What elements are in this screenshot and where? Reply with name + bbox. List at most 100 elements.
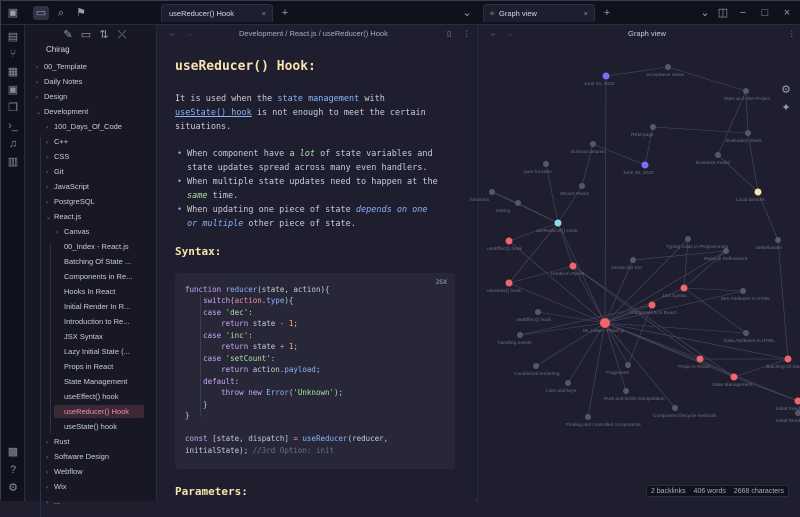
graph-node[interactable] — [697, 356, 704, 363]
sidebar-item[interactable]: ›PostgreSQL — [44, 195, 144, 208]
graph-node[interactable] — [555, 220, 562, 227]
sidebar-item[interactable]: ›CSS — [44, 150, 144, 163]
templates-icon[interactable]: ▥ — [5, 155, 21, 169]
sort-icon[interactable]: ⇅ — [96, 28, 112, 42]
forward-arrow-icon[interactable]: → — [185, 25, 193, 43]
graph-node[interactable] — [570, 263, 577, 270]
code-block[interactable]: JSX function reducer(state, action){ swi… — [175, 273, 455, 469]
new-folder-icon[interactable]: ▭ — [78, 28, 94, 42]
graph-node[interactable] — [715, 152, 721, 158]
graph-node[interactable] — [685, 236, 691, 242]
graph-node[interactable] — [649, 302, 656, 309]
graph-canvas[interactable] — [478, 43, 800, 501]
new-tab-icon[interactable]: + — [599, 6, 615, 20]
state-management-link[interactable]: state management — [277, 94, 359, 104]
back-arrow-icon[interactable]: ← — [490, 25, 498, 43]
forward-arrow-icon[interactable]: → — [506, 25, 514, 43]
breadcrumb[interactable]: Development / React.js / useReducer() Ho… — [239, 25, 388, 43]
graph-node[interactable] — [672, 405, 678, 411]
graph-node[interactable] — [533, 363, 539, 369]
sidebar-item[interactable]: ⌄Development — [34, 105, 144, 118]
sidebar-item[interactable]: JSX Syntax — [54, 330, 144, 343]
tab-list-icon[interactable]: ⌄ — [697, 6, 713, 20]
calendar-icon[interactable]: ▣ — [5, 83, 21, 97]
graph-node[interactable] — [623, 388, 629, 394]
graph-node[interactable] — [600, 318, 610, 328]
close-tab-icon[interactable]: × — [584, 5, 588, 23]
sidebar-item[interactable]: ›Daily Notes — [34, 75, 144, 88]
maximize-icon[interactable]: □ — [757, 6, 773, 20]
graph-node[interactable] — [775, 237, 781, 243]
graph-node[interactable] — [650, 124, 656, 130]
sidebar-item[interactable]: useEffect() hook — [54, 390, 144, 403]
reading-view-icon[interactable]: ▯ — [447, 25, 451, 43]
sidebar-item[interactable]: ›Git — [44, 165, 144, 178]
graph-node[interactable] — [590, 141, 596, 147]
graph-node[interactable] — [642, 162, 649, 169]
graph-icon[interactable]: ⑂ — [5, 47, 21, 61]
sidebar-item[interactable]: useState() hook — [54, 420, 144, 433]
new-tab-icon[interactable]: + — [277, 6, 293, 20]
graph-node[interactable] — [515, 200, 521, 206]
graph-node[interactable] — [731, 374, 738, 381]
graph-node[interactable] — [543, 161, 549, 167]
tab-graph-view[interactable]: Graph view ✧ × — [483, 4, 595, 22]
sidebar-item[interactable]: ›Webflow — [44, 465, 144, 478]
more-options-icon[interactable]: ⋮ — [463, 25, 471, 43]
close-tab-icon[interactable]: × — [262, 5, 266, 23]
graph-node[interactable] — [565, 380, 571, 386]
right-sidebar-toggle-icon[interactable]: ◫ — [715, 6, 731, 20]
sidebar-item[interactable]: Props in React — [54, 360, 144, 373]
back-arrow-icon[interactable]: ← — [169, 25, 177, 43]
graph-node[interactable] — [585, 414, 591, 420]
vault-icon[interactable]: ▩ — [5, 445, 21, 459]
sidebar-item[interactable]: Components in Re... — [54, 270, 144, 283]
graph-view-pane[interactable]: ← → Graph view ⋮ ⚙ ✦ June 23, 2023June 2… — [477, 25, 800, 501]
sidebar-item[interactable]: ›... — [44, 495, 144, 508]
sidebar-item[interactable]: Initial Render In R... — [54, 300, 144, 313]
new-note-icon[interactable]: ✎ — [60, 28, 76, 42]
usestate-link[interactable]: useState() hook — [175, 108, 252, 118]
sidebar-item[interactable]: 00_Index - React.js — [54, 240, 144, 253]
sidebar-item[interactable]: ›C++ — [44, 135, 144, 148]
graph-node[interactable] — [795, 398, 800, 405]
sidebar-toggle-icon[interactable]: ▣ — [5, 6, 21, 20]
folder-icon[interactable]: ▭ — [33, 6, 49, 20]
graph-node[interactable] — [740, 288, 746, 294]
audio-icon[interactable]: ♫ — [5, 137, 21, 151]
backlinks-count[interactable]: 2 backlinks — [651, 488, 686, 495]
graph-node[interactable] — [785, 356, 792, 363]
graph-node[interactable] — [506, 280, 513, 287]
graph-node[interactable] — [603, 73, 610, 80]
graph-node[interactable] — [489, 189, 495, 195]
sidebar-item[interactable]: ›Software Design — [44, 450, 144, 463]
graph-node[interactable] — [665, 64, 671, 70]
settings-icon[interactable]: ⚙ — [5, 481, 21, 495]
graph-node[interactable] — [579, 183, 585, 189]
sidebar-item[interactable]: Lazy Initial State (... — [54, 345, 144, 358]
terminal-icon[interactable]: ›_ — [5, 119, 21, 133]
minimize-icon[interactable]: − — [735, 6, 751, 20]
sidebar-item[interactable]: Introduction to Re... — [54, 315, 144, 328]
more-options-icon[interactable]: ⋮ — [788, 25, 796, 43]
graph-node[interactable] — [755, 189, 762, 196]
grid-icon[interactable]: ▦ — [5, 65, 21, 79]
bookmark-icon[interactable]: ⚑ — [73, 6, 89, 20]
search-icon[interactable]: ⌕ — [53, 6, 69, 20]
file-icon[interactable]: ▤ — [5, 30, 21, 44]
collapse-all-icon[interactable]: ⤫ — [114, 28, 130, 42]
sidebar-item[interactable]: ›Wix — [44, 480, 144, 493]
sidebar-item[interactable]: ›100_Days_Of_Code — [44, 120, 144, 133]
graph-node[interactable] — [535, 309, 541, 315]
sidebar-item[interactable]: Batching Of State ... — [54, 255, 144, 268]
sidebar-item[interactable]: ⌄React.js — [44, 210, 144, 223]
graph-node[interactable] — [745, 130, 751, 136]
graph-node[interactable] — [625, 362, 631, 368]
graph-node[interactable] — [506, 238, 513, 245]
sidebar-item[interactable]: useReducer() Hook — [54, 405, 144, 418]
graph-node[interactable] — [630, 257, 636, 263]
close-window-icon[interactable]: × — [779, 6, 795, 20]
sidebar-item[interactable]: State Management — [54, 375, 144, 388]
sidebar-item[interactable]: ›Design — [34, 90, 144, 103]
graph-node[interactable] — [681, 285, 688, 292]
